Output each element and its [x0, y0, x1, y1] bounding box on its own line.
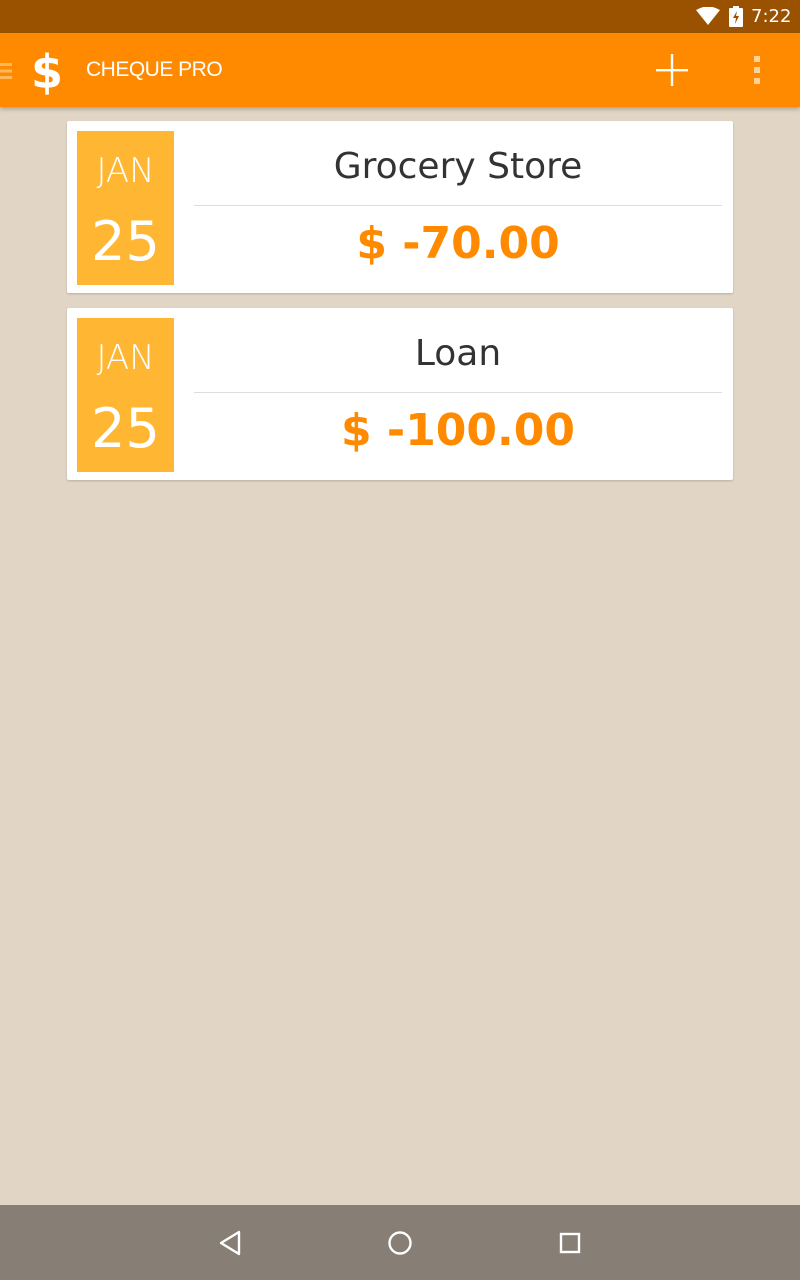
date-badge: JAN 25	[77, 318, 174, 472]
more-vertical-icon[interactable]	[742, 50, 772, 90]
app-bar: $ CHEQUE PRO	[0, 33, 800, 107]
add-button[interactable]	[652, 50, 692, 90]
date-day: 25	[91, 397, 160, 460]
svg-text:$: $	[31, 47, 63, 95]
transaction-amount: $ -70.00	[356, 218, 560, 269]
payee-name: Loan	[414, 333, 502, 374]
wifi-icon	[696, 7, 720, 25]
navigation-bar	[0, 1205, 800, 1280]
app-title: CHEQUE PRO	[86, 58, 223, 81]
transaction-amount: $ -100.00	[341, 405, 575, 456]
battery-charging-icon	[729, 6, 743, 27]
date-month: JAN	[96, 151, 155, 191]
date-badge: JAN 25	[77, 131, 174, 285]
home-icon[interactable]	[386, 1229, 414, 1257]
date-day: 25	[91, 210, 160, 273]
transaction-card[interactable]: JAN 25 Loan $ -100.00	[67, 308, 733, 480]
transaction-card[interactable]: JAN 25 Grocery Store $ -70.00	[67, 121, 733, 293]
payee-name: Grocery Store	[333, 146, 583, 187]
status-time: 7:22	[751, 6, 792, 27]
recents-icon[interactable]	[557, 1229, 583, 1257]
dollar-sign-icon: $	[31, 47, 63, 95]
divider	[194, 205, 722, 206]
date-month: JAN	[96, 338, 155, 378]
status-bar: 7:22	[0, 0, 800, 33]
back-icon[interactable]	[215, 1229, 245, 1257]
divider	[194, 392, 722, 393]
menu-icon[interactable]	[0, 62, 14, 80]
